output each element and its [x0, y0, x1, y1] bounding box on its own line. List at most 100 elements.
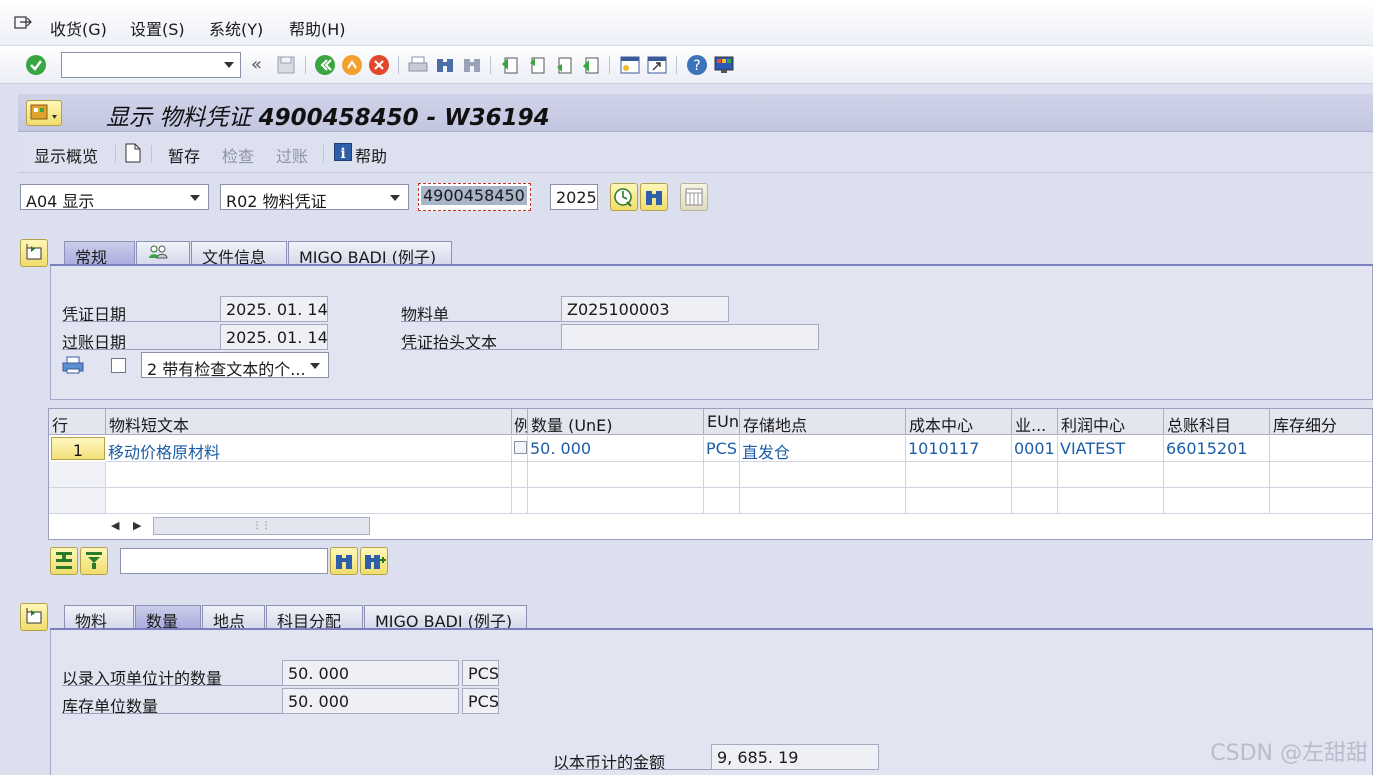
scroll-left-icon[interactable]: ◀: [111, 519, 119, 532]
table-cell[interactable]: [528, 488, 704, 514]
collapse-icon[interactable]: «: [251, 54, 262, 75]
table-cell[interactable]: [704, 462, 740, 488]
document-number-input[interactable]: 4900458450: [418, 183, 531, 211]
table-cell[interactable]: [1270, 436, 1372, 462]
table-cell[interactable]: 66015201: [1164, 436, 1270, 462]
row-selector[interactable]: [49, 488, 106, 514]
table-cell[interactable]: 50. 000: [528, 436, 704, 462]
tab-material[interactable]: 物料: [64, 605, 134, 631]
amount-field[interactable]: 9, 685. 19: [711, 744, 879, 770]
table-cell[interactable]: [528, 462, 704, 488]
table-cell[interactable]: [740, 488, 906, 514]
reference-dropdown[interactable]: R02 物料凭证: [220, 184, 409, 210]
row-selector[interactable]: [49, 462, 106, 488]
back-icon[interactable]: [314, 54, 336, 76]
material-slip-field[interactable]: Z025100003: [561, 296, 729, 322]
table-cell[interactable]: [704, 488, 740, 514]
column-header[interactable]: 总账科目: [1164, 409, 1270, 435]
year-input[interactable]: 2025: [550, 184, 598, 210]
menu-receipt[interactable]: 收货(G): [50, 16, 107, 40]
execute-icon[interactable]: [610, 183, 638, 211]
exit-icon[interactable]: [341, 54, 363, 76]
table-cell[interactable]: [1164, 488, 1270, 514]
table-cell[interactable]: [1270, 462, 1372, 488]
post-button[interactable]: 过账: [276, 143, 308, 167]
new-session-icon[interactable]: [619, 54, 641, 76]
doc-date-field[interactable]: 2025. 01. 14: [220, 296, 328, 322]
column-header[interactable]: 成本中心: [906, 409, 1012, 435]
tab-quantity[interactable]: 数量: [135, 605, 201, 631]
column-header[interactable]: 行: [49, 409, 106, 435]
row-selector[interactable]: 1: [51, 437, 105, 460]
table-cell[interactable]: VIATEST: [1058, 436, 1164, 462]
save-icon[interactable]: [275, 54, 297, 76]
find-next-icon[interactable]: [360, 547, 388, 575]
collapse-detail-icon[interactable]: [20, 603, 48, 631]
tab-doc-info[interactable]: 文件信息: [191, 241, 287, 267]
command-field[interactable]: [61, 52, 241, 78]
first-page-icon[interactable]: [499, 54, 521, 76]
column-header[interactable]: 例: [512, 409, 528, 435]
table-cell[interactable]: [512, 436, 528, 462]
tab-account-assignment[interactable]: 科目分配: [266, 605, 363, 631]
column-header[interactable]: 业...: [1012, 409, 1058, 435]
find-next-icon[interactable]: [461, 54, 483, 76]
column-header[interactable]: 利润中心: [1058, 409, 1164, 435]
column-header[interactable]: 存储地点: [740, 409, 906, 435]
find-icon[interactable]: [434, 54, 456, 76]
tab-general[interactable]: 常规: [64, 241, 135, 267]
column-header[interactable]: EUn: [704, 409, 740, 435]
print-version-dropdown[interactable]: 2 带有检查文本的个...: [141, 352, 329, 378]
display-overview-button[interactable]: 显示概览: [34, 143, 98, 167]
table-cell[interactable]: [1270, 488, 1372, 514]
horizontal-scrollbar[interactable]: ⋮⋮: [153, 517, 370, 535]
menu-help[interactable]: 帮助(H): [289, 16, 346, 40]
action-dropdown[interactable]: A04 显示: [20, 184, 209, 210]
hold-button[interactable]: 暂存: [168, 143, 200, 167]
table-cell[interactable]: [106, 462, 512, 488]
table-cell[interactable]: [1164, 462, 1270, 488]
search-icon[interactable]: [640, 183, 668, 211]
column-header[interactable]: 物料短文本: [106, 409, 512, 435]
tab-migo-badi-header[interactable]: MIGO BADI (例子): [288, 241, 452, 267]
table-cell[interactable]: 移动价格原材料: [106, 436, 512, 462]
shortcut-icon[interactable]: [646, 54, 668, 76]
column-header[interactable]: 库存细分: [1270, 409, 1372, 435]
grid-search-input[interactable]: [120, 548, 328, 574]
previous-page-icon[interactable]: [526, 54, 548, 76]
table-cell[interactable]: [740, 462, 906, 488]
customize-layout-icon[interactable]: [713, 54, 735, 76]
tab-partner[interactable]: [136, 241, 190, 265]
cancel-icon[interactable]: [368, 54, 390, 76]
table-cell[interactable]: [906, 488, 1012, 514]
table-cell[interactable]: 1010117: [906, 436, 1012, 462]
entry-unit-field[interactable]: PCS: [462, 660, 499, 686]
menu-settings[interactable]: 设置(S): [130, 16, 185, 40]
menu-system[interactable]: 系统(Y): [209, 16, 263, 40]
entry-qty-field[interactable]: 50. 000: [282, 660, 459, 686]
stock-qty-field[interactable]: 50. 000: [282, 688, 459, 714]
table-icon[interactable]: [680, 183, 708, 211]
header-text-field[interactable]: [561, 324, 819, 350]
last-page-icon[interactable]: [580, 54, 602, 76]
table-cell[interactable]: 直发仓: [740, 436, 906, 462]
column-header[interactable]: 数量 (UnE): [528, 409, 704, 435]
collapse-header-icon[interactable]: [20, 239, 48, 267]
item-ok-checkbox[interactable]: [514, 441, 527, 454]
table-cell[interactable]: [906, 462, 1012, 488]
new-document-icon[interactable]: [124, 143, 142, 167]
transaction-menu-icon[interactable]: [26, 100, 62, 126]
table-cell[interactable]: [106, 488, 512, 514]
help-button[interactable]: 帮助: [355, 143, 387, 167]
find-icon[interactable]: [330, 547, 358, 575]
tab-where[interactable]: 地点: [202, 605, 265, 631]
table-cell[interactable]: [1012, 462, 1058, 488]
expand-all-icon[interactable]: [50, 547, 78, 575]
next-page-icon[interactable]: [553, 54, 575, 76]
table-cell[interactable]: [512, 488, 528, 514]
table-cell[interactable]: [1058, 488, 1164, 514]
enter-check-icon[interactable]: [25, 54, 47, 76]
print-checkbox[interactable]: [111, 358, 126, 373]
table-cell[interactable]: PCS: [704, 436, 740, 462]
info-icon[interactable]: i: [334, 143, 352, 166]
